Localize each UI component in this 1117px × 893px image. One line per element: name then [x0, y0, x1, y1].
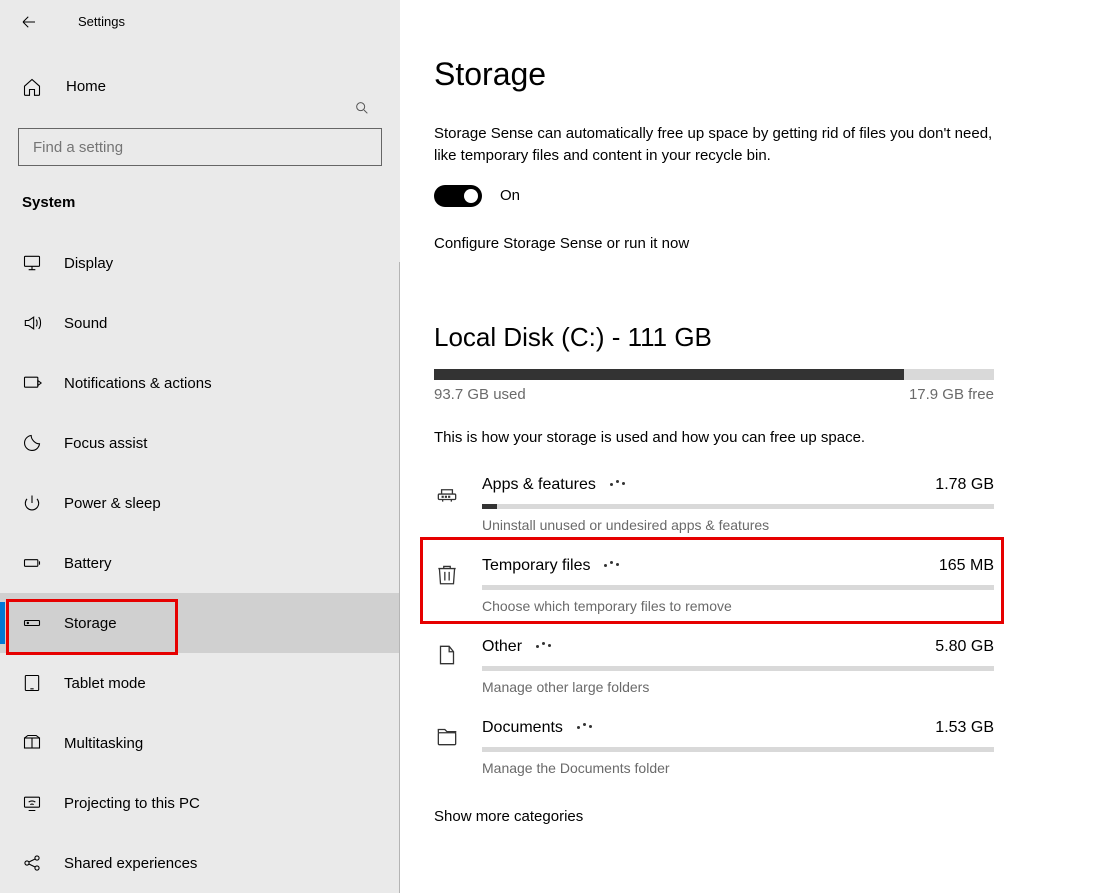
- sidebar-item-label: Storage: [64, 615, 117, 632]
- category-subtitle: Uninstall unused or undesired apps & fea…: [482, 517, 994, 533]
- sidebar-item-label: Power & sleep: [64, 495, 161, 512]
- configure-storage-sense-link[interactable]: Configure Storage Sense or run it now: [434, 235, 1087, 252]
- toggle-knob: [464, 189, 478, 203]
- category-item-apps[interactable]: Apps & features 1.78 GB Uninstall unused o…: [434, 462, 994, 543]
- sidebar-item-label: Sound: [64, 315, 107, 332]
- category-item-docs[interactable]: Documents 1.53 GB Manage the Documents fol…: [434, 705, 994, 786]
- search-input[interactable]: [18, 128, 382, 166]
- storage-sense-toggle[interactable]: [434, 185, 482, 207]
- category-size: 1.78 GB: [935, 476, 994, 494]
- display-icon: [22, 253, 42, 273]
- app-title: Settings: [78, 14, 125, 29]
- loading-spinner-icon: [575, 722, 595, 732]
- category-name: Other: [482, 638, 554, 656]
- notifications-icon: [22, 373, 42, 393]
- focus-icon: [22, 433, 42, 453]
- sidebar-item-storage[interactable]: Storage: [0, 593, 400, 653]
- sidebar-item-shared[interactable]: Shared experiences: [0, 833, 400, 893]
- apps-icon: [434, 480, 460, 506]
- disk-usage-bar-used: [434, 369, 904, 380]
- storage-icon: [22, 613, 42, 633]
- disk-usage-stats: 93.7 GB used 17.9 GB free: [434, 386, 994, 403]
- category-subtitle: Manage other large folders: [482, 679, 994, 695]
- sidebar-group-title: System: [22, 194, 400, 211]
- category-body: Apps & features 1.78 GB Uninstall unused o…: [482, 476, 994, 533]
- search-wrap: [18, 128, 382, 166]
- category-subtitle: Choose which temporary files to remove: [482, 598, 994, 614]
- tablet-icon: [22, 673, 42, 693]
- storage-sense-toggle-row: On: [434, 185, 1087, 207]
- category-size: 165 MB: [939, 557, 994, 575]
- category-name: Apps & features: [482, 476, 628, 494]
- toggle-state-label: On: [500, 187, 520, 204]
- sidebar-item-power[interactable]: Power & sleep: [0, 473, 400, 533]
- category-item-temp[interactable]: Temporary files 165 MB Choose which tempor…: [434, 543, 994, 624]
- window-header: Settings: [0, 0, 400, 44]
- sidebar-item-label: Tablet mode: [64, 675, 146, 692]
- multitask-icon: [22, 733, 42, 753]
- category-usage-bar: [482, 585, 994, 590]
- sidebar-item-label: Shared experiences: [64, 855, 197, 872]
- disk-free-label: 17.9 GB free: [909, 386, 994, 403]
- sidebar-item-label: Display: [64, 255, 113, 272]
- sidebar-item-battery[interactable]: Battery: [0, 533, 400, 593]
- sidebar-item-multitask[interactable]: Multitasking: [0, 713, 400, 773]
- projecting-icon: [22, 793, 42, 813]
- category-body: Documents 1.53 GB Manage the Documents fol…: [482, 719, 994, 776]
- page-title: Storage: [434, 56, 1087, 93]
- disk-usage-bar: [434, 369, 994, 380]
- sidebar-item-projecting[interactable]: Projecting to this PC: [0, 773, 400, 833]
- battery-icon: [22, 553, 42, 573]
- category-name: Documents: [482, 719, 595, 737]
- category-list: Apps & features 1.78 GB Uninstall unused o…: [434, 462, 1087, 786]
- disk-section-title: Local Disk (C:) - 111 GB: [434, 322, 1087, 353]
- sidebar-item-label: Projecting to this PC: [64, 795, 200, 812]
- docs-icon: [434, 723, 460, 749]
- back-icon[interactable]: [20, 13, 38, 31]
- sidebar-item-tablet[interactable]: Tablet mode: [0, 653, 400, 713]
- shared-icon: [22, 853, 42, 873]
- search-icon: [354, 100, 370, 116]
- loading-spinner-icon: [608, 479, 628, 489]
- category-usage-bar: [482, 747, 994, 752]
- category-subtitle: Manage the Documents folder: [482, 760, 994, 776]
- nav-home-label: Home: [66, 78, 106, 95]
- storage-sense-description: Storage Sense can automatically free up …: [434, 123, 994, 167]
- nav-home[interactable]: Home: [0, 66, 400, 108]
- category-size: 5.80 GB: [935, 638, 994, 656]
- category-body: Other 5.80 GB Manage other large folders: [482, 638, 994, 695]
- sidebar-item-notifications[interactable]: Notifications & actions: [0, 353, 400, 413]
- sidebar-item-label: Multitasking: [64, 735, 143, 752]
- category-item-other[interactable]: Other 5.80 GB Manage other large folders: [434, 624, 994, 705]
- temp-icon: [434, 561, 460, 587]
- sidebar-item-label: Notifications & actions: [64, 375, 212, 392]
- category-usage-bar-fill: [482, 504, 497, 509]
- sound-icon: [22, 313, 42, 333]
- sidebar-item-display[interactable]: Display: [0, 233, 400, 293]
- home-icon: [22, 77, 42, 97]
- category-name: Temporary files: [482, 557, 622, 575]
- power-icon: [22, 493, 42, 513]
- usage-intro: This is how your storage is used and how…: [434, 429, 1087, 446]
- main-content: Storage Storage Sense can automatically …: [400, 0, 1117, 893]
- sidebar: Settings Home System Display Sound Notific…: [0, 0, 400, 893]
- category-usage-bar: [482, 666, 994, 671]
- category-size: 1.53 GB: [935, 719, 994, 737]
- show-more-categories-link[interactable]: Show more categories: [434, 808, 1087, 825]
- category-usage-bar: [482, 504, 994, 509]
- loading-spinner-icon: [602, 560, 622, 570]
- category-body: Temporary files 165 MB Choose which tempor…: [482, 557, 994, 614]
- loading-spinner-icon: [534, 641, 554, 651]
- sidebar-nav: Display Sound Notifications & actions Focus…: [0, 233, 400, 893]
- sidebar-item-label: Battery: [64, 555, 112, 572]
- disk-used-label: 93.7 GB used: [434, 386, 526, 403]
- sidebar-item-sound[interactable]: Sound: [0, 293, 400, 353]
- other-icon: [434, 642, 460, 668]
- sidebar-item-label: Focus assist: [64, 435, 147, 452]
- sidebar-item-focus[interactable]: Focus assist: [0, 413, 400, 473]
